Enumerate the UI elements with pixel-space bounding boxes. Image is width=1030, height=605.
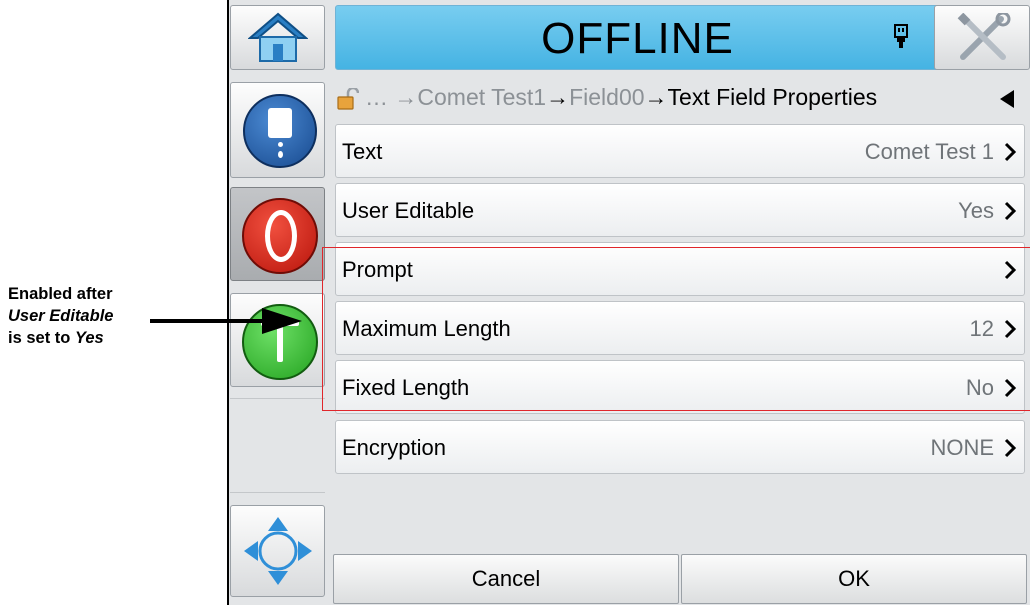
home-button[interactable]	[230, 5, 325, 70]
status-title: OFFLINE	[541, 14, 734, 63]
chevron-right-icon	[1004, 438, 1017, 458]
row-label: Text	[342, 139, 383, 164]
status-header: OFFLINE	[335, 5, 940, 70]
row-value: Yes	[958, 198, 994, 223]
screen-left-edge	[227, 0, 229, 605]
lock-icon	[337, 88, 359, 110]
navigate-button[interactable]	[230, 505, 325, 597]
annotation-line-1: Enabled after	[8, 285, 113, 303]
printer-screen: OFFLINE … →Comet Test1→Field00→Text Fiel…	[227, 0, 1030, 605]
ok-button[interactable]: OK	[681, 554, 1027, 604]
row-user-editable[interactable]: User Editable Yes	[335, 183, 1025, 237]
row-label: User Editable	[342, 198, 475, 223]
ink-cartridge-icon	[243, 94, 317, 168]
breadcrumb-item-cometTest1[interactable]: Comet Test1	[417, 84, 546, 110]
row-value: Comet Test 1	[864, 139, 994, 164]
annotation-line-3-prefix: is set to	[8, 329, 75, 347]
breadcrumb-separator: →	[644, 84, 668, 110]
stop-icon	[242, 198, 318, 274]
back-arrow-icon[interactable]	[999, 90, 1015, 108]
annotation-line-2: User Editable	[8, 307, 114, 325]
home-icon	[248, 12, 308, 62]
row-encryption[interactable]: Encryption NONE	[335, 420, 1025, 474]
breadcrumb-item-field00[interactable]: Field00	[569, 84, 644, 110]
cancel-button[interactable]: Cancel	[333, 554, 679, 604]
sidebar-divider	[230, 492, 325, 493]
tools-button[interactable]	[934, 5, 1030, 70]
breadcrumb-ellipsis: …	[365, 84, 388, 110]
row-label: Encryption	[342, 435, 446, 460]
stop-button[interactable]	[230, 187, 325, 281]
annotation-arrow-head	[262, 308, 302, 334]
breadcrumb-item-current: Text Field Properties	[667, 84, 878, 110]
annotation-line-3-value: Yes	[74, 329, 104, 347]
tools-icon	[957, 13, 1011, 60]
usb-icon	[894, 24, 908, 48]
ink-button[interactable]	[230, 82, 325, 178]
chevron-right-icon	[1004, 142, 1017, 162]
sidebar-divider	[230, 398, 325, 399]
row-value: NONE	[930, 435, 994, 460]
chevron-right-icon	[1004, 201, 1017, 221]
annotation-arrow-line	[150, 319, 265, 323]
breadcrumb-separator: →	[546, 84, 570, 110]
navigate-icon	[244, 517, 312, 585]
highlight-box	[322, 247, 1030, 411]
annotation-text: Enabled after User Editable is set to Ye…	[8, 283, 168, 349]
breadcrumb-separator: →	[394, 84, 418, 110]
row-text[interactable]: Text Comet Test 1	[335, 124, 1025, 178]
breadcrumb: … →Comet Test1→Field00→Text Field Proper…	[335, 82, 1025, 116]
